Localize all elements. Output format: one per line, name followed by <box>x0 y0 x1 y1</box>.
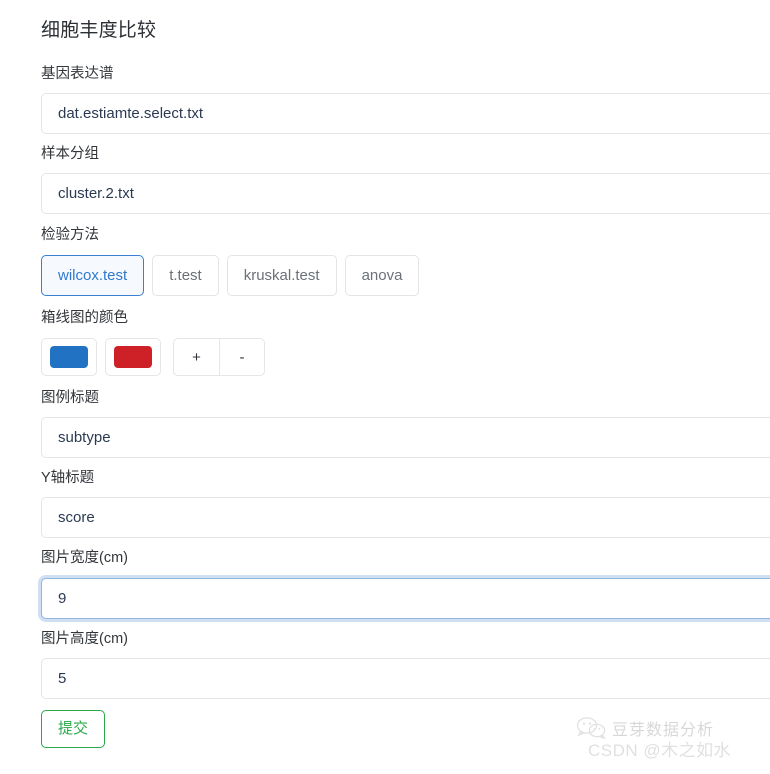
label-test-method: 检验方法 <box>41 227 99 243</box>
label-image-height: 图片高度(cm) <box>41 631 128 647</box>
legend-title-input[interactable]: subtype <box>41 417 770 458</box>
submit-button[interactable]: 提交 <box>41 710 106 748</box>
test-method-option-wilcox[interactable]: wilcox.test <box>41 255 145 296</box>
remove-color-button[interactable]: - <box>219 338 265 376</box>
watermark-brand-text: 豆芽数据分析 <box>612 722 715 739</box>
test-method-option-kruskal[interactable]: kruskal.test <box>226 255 337 296</box>
label-sample-group: 样本分组 <box>41 146 99 162</box>
cell-abundance-comparison-form: 细胞丰度比较 基因表达谱 dat.estiamte.select.txt 样本分… <box>0 0 770 774</box>
label-boxplot-colors: 箱线图的颜色 <box>41 310 128 326</box>
color-count-stepper: + - <box>173 338 265 376</box>
image-height-input[interactable]: 5 <box>41 658 770 699</box>
color-swatch-button-1[interactable] <box>41 338 97 376</box>
page-title: 细胞丰度比较 <box>41 20 157 41</box>
watermark-brand-row: 豆芽数据分析 <box>576 716 714 740</box>
sample-group-input[interactable]: cluster.2.txt <box>41 173 770 214</box>
color-swatch-blue <box>50 346 88 368</box>
label-expression-profile: 基因表达谱 <box>41 66 114 82</box>
expression-profile-input[interactable]: dat.estiamte.select.txt <box>41 93 770 134</box>
label-y-axis-title: Y轴标题 <box>41 470 95 486</box>
test-method-option-ttest[interactable]: t.test <box>152 255 219 296</box>
watermark: 豆芽数据分析 CSDN @木之如水 <box>576 706 762 768</box>
image-width-input[interactable]: 9 <box>41 578 770 619</box>
label-image-width: 图片宽度(cm) <box>41 550 128 566</box>
add-color-button[interactable]: + <box>173 338 219 376</box>
test-method-option-anova[interactable]: anova <box>344 255 420 296</box>
color-swatch-red <box>114 346 152 368</box>
label-legend-title: 图例标题 <box>41 390 99 406</box>
color-swatch-button-2[interactable] <box>105 338 161 376</box>
watermark-credit-text: CSDN @木之如水 <box>588 741 732 760</box>
boxplot-color-controls: + - <box>41 338 265 376</box>
test-method-button-group: wilcox.test t.test kruskal.test anova <box>41 255 420 296</box>
y-axis-title-input[interactable]: score <box>41 497 770 538</box>
wechat-icon <box>576 716 606 740</box>
